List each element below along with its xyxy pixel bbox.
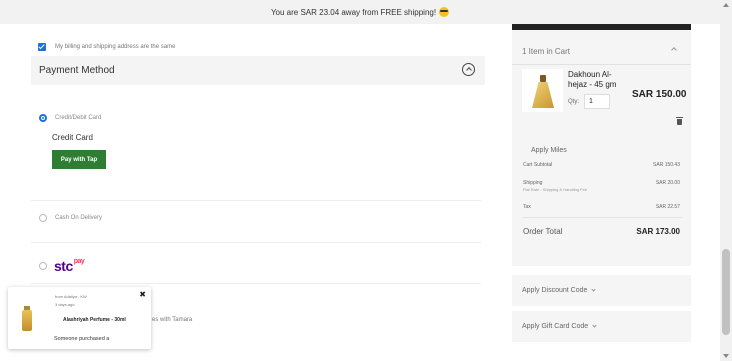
apply-discount-label: Apply Discount Code (522, 287, 588, 294)
payment-method-title: Payment Method (39, 65, 115, 76)
popup-product-image (21, 306, 33, 331)
tax-value: SAR 22.57 (655, 204, 680, 210)
free-shipping-text: You are SAR 23.04 away from FREE shippin… (270, 7, 437, 17)
sunglasses-emoji-icon (439, 7, 450, 17)
radio-cash-on-delivery[interactable] (39, 214, 47, 222)
cart-product-name[interactable]: Dakhoun Al-hejaz - 45 gm (568, 70, 628, 90)
close-icon[interactable]: ✖ (139, 290, 146, 299)
radio-stc-pay[interactable] (39, 262, 47, 270)
payment-option-card[interactable]: Credit/Debit Card (39, 114, 101, 122)
payment-option-card-label: Credit/Debit Card (55, 115, 102, 121)
payment-option-cod[interactable]: Cash On Delivery (39, 214, 102, 222)
divider (31, 200, 481, 201)
stc-pay-logo: stcpay (54, 258, 85, 274)
apply-gift-card-accordion[interactable]: Apply Gift Card Code (512, 311, 691, 342)
free-shipping-banner: You are SAR 23.04 away from FREE shippin… (0, 0, 720, 24)
popup-product-name[interactable]: Alashriyah Perfume - 30ml (63, 317, 126, 323)
recent-purchase-popup[interactable]: from Adaliya , KW 3 days ago Alashriyah … (8, 287, 151, 349)
popup-purchased-text: Someone purchased a (54, 336, 110, 342)
order-total-value: SAR 173.00 (636, 227, 680, 236)
pay-with-tap-button[interactable]: Pay with Tap (52, 150, 106, 169)
shipping-label: Shipping (523, 180, 543, 186)
apply-miles-link[interactable]: Apply Miles (531, 147, 567, 154)
cart-product-image[interactable] (522, 69, 563, 112)
apply-gift-card-label: Apply Gift Card Code (522, 323, 589, 330)
scroll-up-icon[interactable] (723, 3, 729, 7)
payment-option-cod-label: Cash On Delivery (55, 215, 103, 221)
trash-icon[interactable] (676, 117, 683, 125)
divider (522, 217, 682, 218)
tax-label: Tax (523, 204, 531, 210)
payment-option-stcpay[interactable] (39, 262, 55, 270)
cart-title[interactable]: 1 Item in Cart (522, 47, 570, 56)
billing-same-label: My billing and shipping address are the … (55, 44, 176, 50)
payment-method-header[interactable]: Payment Method (31, 56, 485, 85)
cart-product-price: SAR 150.00 (632, 89, 687, 100)
billing-same-checkbox[interactable] (38, 43, 46, 51)
radio-credit-card[interactable] (39, 114, 47, 122)
shipping-method-note: Flat Rate - Shipping & Handling Fee (523, 187, 588, 192)
billing-same-row[interactable]: My billing and shipping address are the … (38, 43, 175, 51)
cart-subtotal-value: SAR 150.43 (653, 162, 680, 168)
chevron-down-icon (591, 287, 596, 292)
cart-subtotal-label: Cart Subtotal (523, 162, 553, 168)
chevron-down-icon (592, 323, 597, 328)
divider (512, 64, 691, 65)
order-total-label: Order Total (523, 227, 563, 236)
tamara-option-label: es with Tamara (152, 317, 193, 323)
scroll-down-icon[interactable] (723, 354, 729, 358)
scrollbar-thumb[interactable] (722, 249, 730, 335)
page-scrollbar[interactable] (720, 0, 732, 361)
qty-label: Qty: (568, 99, 580, 105)
credit-card-label: Credit Card (52, 133, 93, 142)
shipping-value: SAR 20.00 (655, 180, 680, 186)
qty-input[interactable] (584, 94, 610, 109)
divider (31, 283, 481, 284)
divider (31, 242, 481, 243)
collapse-chevron-up-icon[interactable] (462, 63, 475, 76)
popup-from: from Adaliya , KW (55, 294, 87, 299)
popup-time-ago: 3 days ago (55, 302, 75, 307)
apply-discount-accordion[interactable]: Apply Discount Code (512, 275, 691, 306)
